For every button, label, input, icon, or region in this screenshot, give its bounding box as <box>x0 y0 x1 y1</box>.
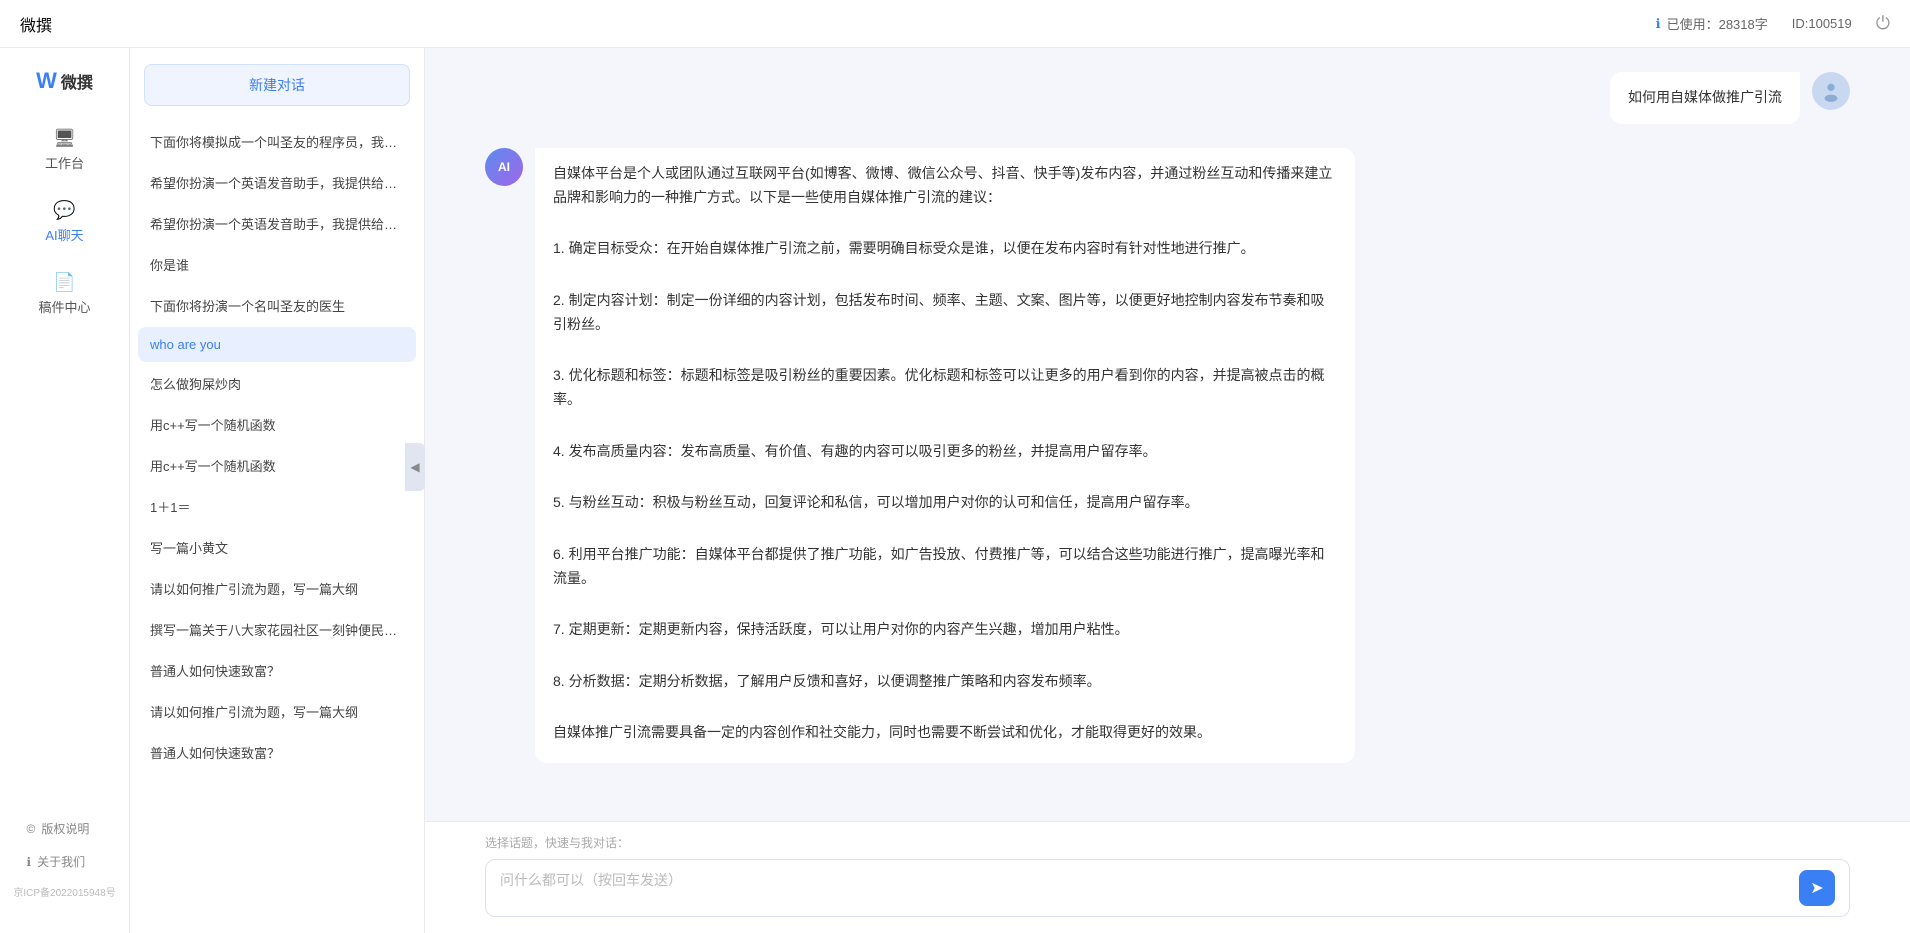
chat-item-c3[interactable]: 希望你扮演一个英语发音助手，我提供给你... <box>138 204 416 243</box>
chat-item-c1[interactable]: 下面你将模拟成一个叫圣友的程序员，我说... <box>138 122 416 161</box>
collapse-button[interactable]: ◀ <box>405 443 425 491</box>
chat-item-c11[interactable]: 写一篇小黄文 <box>138 528 416 567</box>
chat-item-c4[interactable]: 你是谁 <box>138 245 416 284</box>
chat-item-c5[interactable]: 下面你将扮演一个名叫圣友的医生 <box>138 286 416 325</box>
topbar: 微撰 ℹ 已使用：28318字 ID:100519 ⏻ <box>0 0 1910 48</box>
about-icon: ℹ <box>27 855 32 869</box>
nav-label-workspace: 工作台 <box>45 153 84 172</box>
topbar-title: 微撰 <box>20 12 52 36</box>
chat-item-c14[interactable]: 普通人如何快速致富？ <box>138 651 416 690</box>
left-nav: W 微撰 🖥 工作台 💬 AI聊天 📄 稿件中心 © 版权说明 ℹ 关于我们 京… <box>0 48 130 933</box>
ai-avatar: AI <box>485 148 523 186</box>
about-label: 关于我们 <box>37 853 85 870</box>
logout-icon[interactable]: ⏻ <box>1876 13 1890 34</box>
user-message-text: 如何用自媒体做推广引流 <box>1628 89 1782 105</box>
logo: W 微撰 <box>36 68 93 94</box>
ai-chat-icon: 💬 <box>53 200 75 221</box>
chat-item-c12[interactable]: 请以如何推广引流为题，写一篇大纲 <box>138 569 416 608</box>
usage-info: ℹ 已使用：28318字 <box>1656 14 1768 33</box>
chat-item-c15[interactable]: 请以如何推广引流为题，写一篇大纲 <box>138 692 416 731</box>
nav-item-ai-chat[interactable]: 💬 AI聊天 <box>15 190 115 254</box>
logo-icon: W <box>36 68 57 94</box>
beian-text: 京ICP备2022015948号 <box>13 880 115 903</box>
chat-item-c6[interactable]: who are you <box>138 327 416 362</box>
send-button[interactable]: ➤ <box>1799 870 1835 906</box>
nav-label-drafts: 稿件中心 <box>38 297 90 316</box>
input-area: 选择话题，快速与我对话： ➤ <box>425 821 1910 933</box>
nav-item-workspace[interactable]: 🖥 工作台 <box>15 118 115 182</box>
collapse-icon: ◀ <box>410 460 419 474</box>
chat-sidebar: 新建对话 下面你将模拟成一个叫圣友的程序员，我说...希望你扮演一个英语发音助手… <box>130 48 425 933</box>
nav-item-drafts[interactable]: 📄 稿件中心 <box>15 262 115 326</box>
chat-item-c9[interactable]: 用c++写一个随机函数 <box>138 446 416 485</box>
message-row-user: 如何用自媒体做推广引流 <box>485 72 1850 124</box>
topbar-right: ℹ 已使用：28318字 ID:100519 ⏻ <box>1656 13 1890 34</box>
chat-item-c13[interactable]: 撰写一篇关于八大家花园社区一刻钟便民生... <box>138 610 416 649</box>
quick-topics-label: 选择话题，快速与我对话： <box>485 834 1850 851</box>
drafts-icon: 📄 <box>53 272 75 293</box>
chat-item-c2[interactable]: 希望你扮演一个英语发音助手，我提供给你... <box>138 163 416 202</box>
workspace-icon: 🖥 <box>53 128 76 149</box>
usage-label: 已使用：28318字 <box>1667 14 1768 33</box>
main-layout: W 微撰 🖥 工作台 💬 AI聊天 📄 稿件中心 © 版权说明 ℹ 关于我们 京… <box>0 48 1910 933</box>
messages-area: 如何用自媒体做推广引流 AI 自媒体平台是个人或团队通过互联网平台(如博客、微博… <box>425 48 1910 821</box>
logo-text: 微撰 <box>61 69 93 93</box>
chat-item-c10[interactable]: 1＋1＝ <box>138 487 416 526</box>
chat-item-c8[interactable]: 用c++写一个随机函数 <box>138 405 416 444</box>
send-icon: ➤ <box>1810 878 1823 898</box>
chat-list: 下面你将模拟成一个叫圣友的程序员，我说...希望你扮演一个英语发音助手，我提供给… <box>130 122 424 933</box>
copyright-label: 版权说明 <box>41 820 89 837</box>
nav-bottom: © 版权说明 ℹ 关于我们 京ICP备2022015948号 <box>0 814 129 913</box>
new-chat-button[interactable]: 新建对话 <box>144 64 410 106</box>
ai-bubble: 自媒体平台是个人或团队通过互联网平台(如博客、微博、微信公众号、抖音、快手等)发… <box>535 148 1355 763</box>
user-bubble: 如何用自媒体做推广引流 <box>1610 72 1800 124</box>
user-avatar <box>1812 72 1850 110</box>
message-row-ai: AI 自媒体平台是个人或团队通过互联网平台(如博客、微博、微信公众号、抖音、快手… <box>485 148 1850 763</box>
chat-main: 如何用自媒体做推广引流 AI 自媒体平台是个人或团队通过互联网平台(如博客、微博… <box>425 48 1910 933</box>
chat-item-c16[interactable]: 普通人如何快速致富？ <box>138 733 416 772</box>
usage-icon: ℹ <box>1656 16 1661 32</box>
ai-avatar-text: AI <box>498 160 510 174</box>
message-input[interactable] <box>500 870 1789 906</box>
copyright-icon: © <box>27 822 36 836</box>
about-item[interactable]: ℹ 关于我们 <box>15 847 115 876</box>
input-box: ➤ <box>485 859 1850 917</box>
nav-label-ai-chat: AI聊天 <box>45 225 83 244</box>
chat-item-c7[interactable]: 怎么做狗屎炒肉 <box>138 364 416 403</box>
id-label: ID:100519 <box>1792 16 1852 31</box>
copyright-item[interactable]: © 版权说明 <box>15 814 115 843</box>
